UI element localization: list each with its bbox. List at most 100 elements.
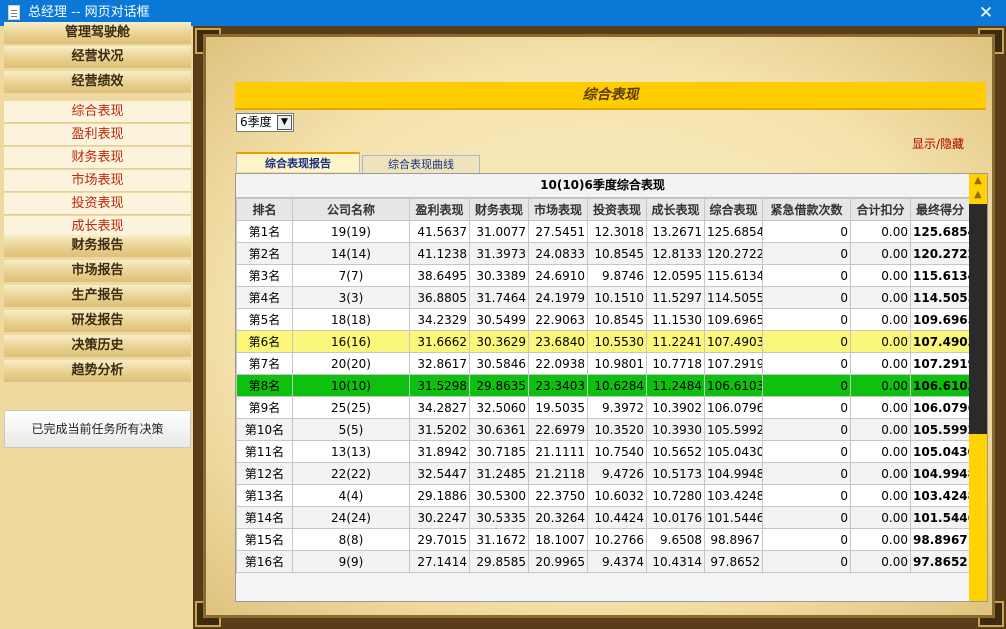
sidebar-item-profit[interactable]: 盈利表现 [4,124,191,146]
sidebar-item-financial[interactable]: 财务表现 [4,147,191,169]
table-cell: 9.4374 [587,550,647,573]
complete-decisions-button[interactable]: 已完成当前任务所有决策 [4,410,191,448]
scroll-up-icon[interactable]: ▲ ▲ [969,174,987,204]
table-cell: 41.1238 [409,242,470,265]
table-cell: 22(22) [292,462,410,485]
table-row[interactable]: 第5名 18(18) 34.2329 30.5499 22.9063 10.8545 11.… [236,308,970,331]
sidebar-header-rnd-report[interactable]: 研发报告 [4,310,191,332]
table-row[interactable]: 第6名 16(16) 31.6662 30.3629 23.6840 10.5530 11.… [236,330,970,353]
sidebar-item-market[interactable]: 市场表现 [4,170,191,192]
table-cell: 18(18) [292,308,410,331]
table-cell: 3(3) [292,286,410,309]
table-cell: 20.9965 [528,550,588,573]
table-cell: 32.5447 [409,462,470,485]
table-cell: 第9名 [236,396,293,419]
sidebar-header-production-report[interactable]: 生产报告 [4,285,191,307]
table-row[interactable]: 第3名 7(7) 38.6495 30.3389 24.6910 9.8746 12.059… [236,264,970,287]
table-cell: 10.9801 [587,352,647,375]
sidebar-header-operating-performance[interactable]: 经营绩效 [4,71,191,93]
table-cell: 106.0796 [910,396,970,419]
table-cell: 107.4903 [704,330,763,353]
table-cell: 第7名 [236,352,293,375]
table-scrollbar[interactable]: ▲ ▲ [969,174,987,601]
table-row[interactable]: 第16名 9(9) 27.1414 29.8585 20.9965 9.4374 10.43… [236,550,970,573]
table-cell: 第11名 [236,440,293,463]
season-select[interactable]: 6季度 ▼ [236,113,294,132]
sidebar-item-overall[interactable]: 综合表现 [4,101,191,123]
table-cell: 第5名 [236,308,293,331]
column-header: 市场表现 [528,198,588,221]
table-cell: 10.8545 [587,308,647,331]
table-cell: 115.6134 [910,264,970,287]
chevron-down-icon[interactable]: ▼ [277,115,292,130]
sidebar-header-financial-report[interactable]: 财务报告 [4,235,191,257]
table-cell: 10.4424 [587,506,647,529]
tab-overall-curve[interactable]: 综合表现曲线 [362,155,480,173]
table-row[interactable]: 第8名 10(10) 31.5298 29.8635 23.3403 10.6284 11.… [236,374,970,397]
table-cell: 36.8805 [409,286,470,309]
table-cell: 0 [762,220,851,243]
table-cell: 109.6965 [910,308,970,331]
table-cell: 0 [762,286,851,309]
table-cell: 12.0595 [646,264,705,287]
table-cell: 第10名 [236,418,293,441]
table-cell: 0.00 [850,396,911,419]
table-row[interactable]: 第2名 14(14) 41.1238 31.3973 24.0833 10.8545 12.… [236,242,970,265]
table-cell: 24.6910 [528,264,588,287]
table-row[interactable]: 第9名 25(25) 34.2827 32.5060 19.5035 9.3972 10.3… [236,396,970,419]
table-cell: 30.2247 [409,506,470,529]
table-cell: 0.00 [850,220,911,243]
table-cell: 0.00 [850,528,911,551]
table-cell: 31.5298 [409,374,470,397]
table-row[interactable]: 第10名 5(5) 31.5202 30.6361 22.6979 10.3520 10.3… [236,418,970,441]
table-cell: 114.5055 [910,286,970,309]
sidebar-header-cockpit[interactable]: 管理驾驶舱 [4,22,191,44]
table-cell: 0.00 [850,264,911,287]
table-cell: 24(24) [292,506,410,529]
table-row[interactable]: 第14名 24(24) 30.2247 30.5335 20.3264 10.4424 10… [236,506,970,529]
scrollbar-thumb[interactable] [969,434,987,601]
table-cell: 41.5637 [409,220,470,243]
table-cell: 34.2827 [409,396,470,419]
table-cell: 125.6854 [704,220,763,243]
column-header: 投资表现 [587,198,647,221]
table-row[interactable]: 第7名 20(20) 32.8617 30.5846 22.0938 10.9801 10.… [236,352,970,375]
table-cell: 19(19) [292,220,410,243]
table-cell: 30.5335 [469,506,529,529]
sidebar-header-operating-status[interactable]: 经营状况 [4,46,191,68]
sidebar-header-trend-analysis[interactable]: 趋势分析 [4,360,191,382]
show-hide-link[interactable]: 显示/隐藏 [912,135,964,152]
sidebar-header-decision-history[interactable]: 决策历史 [4,335,191,357]
table-cell: 10.7718 [646,352,705,375]
table-row[interactable]: 第4名 3(3) 36.8805 31.7464 24.1979 10.1510 11.52… [236,286,970,309]
table-cell: 8(8) [292,528,410,551]
tab-overall-report[interactable]: 综合表现报告 [236,152,360,172]
table-cell: 30.3629 [469,330,529,353]
table-cell: 10.4314 [646,550,705,573]
table-cell: 19.5035 [528,396,588,419]
sidebar-header-market-report[interactable]: 市场报告 [4,260,191,282]
table-row[interactable]: 第1名 19(19) 41.5637 31.0077 27.5451 12.3018 13.… [236,220,970,243]
table-cell: 0 [762,418,851,441]
table-row[interactable]: 第13名 4(4) 29.1886 30.5300 22.3750 10.6032 10.7… [236,484,970,507]
column-header: 最终得分 [910,198,970,221]
table-cell: 0.00 [850,550,911,573]
table-row[interactable]: 第11名 13(13) 31.8942 30.7185 21.1111 10.7540 10… [236,440,970,463]
table-cell: 0.00 [850,352,911,375]
table-cell: 10.0176 [646,506,705,529]
table-cell: 105.0430 [704,440,763,463]
table-cell: 10.5173 [646,462,705,485]
table-cell: 31.6662 [409,330,470,353]
table-cell: 第16名 [236,550,293,573]
table-cell: 22.6979 [528,418,588,441]
close-icon[interactable]: ✕ [966,0,1006,26]
table-cell: 105.5992 [910,418,970,441]
table-cell: 20.3264 [528,506,588,529]
sidebar-item-investment[interactable]: 投资表现 [4,193,191,215]
table-cell: 0.00 [850,308,911,331]
table-cell: 38.6495 [409,264,470,287]
table-cell: 22.0938 [528,352,588,375]
table-row[interactable]: 第15名 8(8) 29.7015 31.1672 18.1007 10.2766 9.65… [236,528,970,551]
table-cell: 31.1672 [469,528,529,551]
table-row[interactable]: 第12名 22(22) 32.5447 31.2485 21.2118 9.4726 10.… [236,462,970,485]
